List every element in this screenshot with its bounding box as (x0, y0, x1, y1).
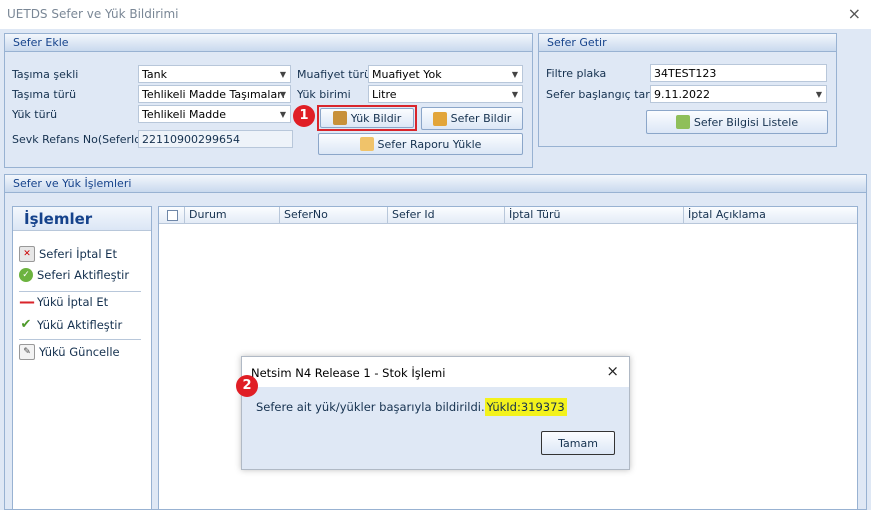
dialog-close-icon[interactable]: × (606, 362, 619, 380)
muafiyet-turu-select[interactable]: Muafiyet Yok ▼ (368, 65, 523, 83)
cancel-document-icon: ✕ (19, 246, 35, 262)
truck-icon (432, 111, 447, 126)
step-badge-1: 1 (293, 105, 315, 127)
chevron-down-icon: ▼ (511, 70, 518, 79)
yuk-id-highlight: YükId:319373 (484, 398, 567, 416)
seferi-iptal-et-label: Seferi İptal Et (39, 247, 117, 261)
chevron-down-icon: ▼ (511, 90, 518, 99)
listele-label: Sefer Bilgisi Listele (693, 115, 799, 129)
yuku-aktiflestir-item[interactable]: ✔ Yükü Aktifleştir (19, 317, 123, 333)
tasima-turu-label: Taşıma türü (12, 88, 77, 101)
sefer-getir-panel: Sefer Getir Filtre plaka 34TEST123 Sefer… (538, 33, 837, 147)
yuku-guncelle-item[interactable]: ✎ Yükü Güncelle (19, 344, 120, 360)
yuku-iptal-et-item[interactable]: — Yükü İptal Et (19, 292, 109, 311)
stok-islemi-dialog: Netsim N4 Release 1 - Stok İşlemi × Sefe… (241, 356, 630, 470)
col-durum[interactable]: Durum (185, 207, 280, 223)
step-badge-2: 2 (236, 375, 258, 397)
muafiyet-turu-label: Muafiyet türü (297, 68, 371, 81)
sefer-baslangic-date[interactable]: 9.11.2022 ▼ (650, 85, 827, 103)
yuk-birimi-select[interactable]: Litre ▼ (368, 85, 523, 103)
window-titlebar: UETDS Sefer ve Yük Bildirimi × (0, 0, 871, 29)
sefer-bildir-label: Sefer Bildir (450, 112, 512, 125)
islemler-sidebar: İşlemler ✕ Seferi İptal Et ✓ Seferi Akti… (12, 206, 152, 510)
islemler-main-header: Sefer ve Yük İşlemleri (5, 175, 866, 193)
yuk-birimi-value: Litre (372, 88, 397, 101)
grid-header: Durum SeferNo Sefer Id İptal Türü İptal … (159, 207, 857, 224)
yuku-aktiflestir-label: Yükü Aktifleştir (37, 318, 123, 332)
chevron-down-icon: ▼ (279, 90, 286, 99)
sefer-bildir-button[interactable]: Sefer Bildir (421, 107, 523, 130)
col-sefer-id[interactable]: Sefer Id (388, 207, 505, 223)
sevk-refans-field[interactable]: 22110900299654 (138, 130, 293, 148)
dialog-message-text: Sefere ait yük/yükler başarıyla bildiril… (256, 400, 485, 414)
yuku-guncelle-label: Yükü Güncelle (39, 345, 120, 359)
seferi-aktiflestir-label: Seferi Aktifleştir (37, 268, 130, 282)
seferi-iptal-et-item[interactable]: ✕ Seferi İptal Et (19, 246, 117, 262)
sefer-baslangic-value: 9.11.2022 (654, 88, 710, 101)
col-seferno[interactable]: SeferNo (280, 207, 388, 223)
document-icon (359, 137, 374, 151)
yuk-turu-value: Tehlikeli Madde (142, 108, 227, 121)
yuk-turu-label: Yük türü (12, 108, 58, 121)
seferi-aktiflestir-item[interactable]: ✓ Seferi Aktifleştir (19, 268, 129, 282)
dialog-titlebar: Netsim N4 Release 1 - Stok İşlemi × (242, 357, 629, 387)
dialog-message: Sefere ait yük/yükler başarıyla bildiril… (256, 398, 567, 416)
yuk-turu-select[interactable]: Tehlikeli Madde ▼ (138, 105, 291, 123)
window-close-icon[interactable]: × (848, 4, 861, 23)
divider (19, 291, 141, 292)
window-title: UETDS Sefer ve Yük Bildirimi (7, 7, 179, 21)
edit-document-icon: ✎ (19, 344, 35, 360)
sefer-raporu-yukle-label: Sefer Raporu Yükle (377, 137, 482, 151)
tamam-label: Tamam (558, 436, 598, 450)
tasima-sekli-select[interactable]: Tank ▼ (138, 65, 291, 83)
sefer-getir-header: Sefer Getir (539, 34, 836, 52)
tasima-turu-value: Tehlikeli Madde Taşımaları (142, 88, 285, 101)
filtre-plaka-input[interactable]: 34TEST123 (650, 64, 827, 82)
tasima-sekli-label: Taşıma şekli (12, 68, 79, 81)
divider (19, 339, 141, 340)
sefer-ekle-panel: Sefer Ekle Taşıma şekli Tank ▼ Taşıma tü… (4, 33, 533, 168)
minus-icon: — (19, 292, 35, 311)
checklist-icon (675, 115, 690, 129)
dialog-title: Netsim N4 Release 1 - Stok İşlemi (251, 366, 446, 380)
checkmark-icon: ✔ (20, 317, 32, 332)
sefer-bilgisi-listele-button[interactable]: Sefer Bilgisi Listele (646, 110, 828, 134)
check-circle-icon: ✓ (19, 268, 33, 282)
select-all-checkbox-col[interactable] (159, 207, 185, 223)
sefer-raporu-yukle-button[interactable]: Sefer Raporu Yükle (318, 133, 523, 155)
checkbox[interactable] (167, 210, 178, 221)
chevron-down-icon: ▼ (279, 70, 286, 79)
sefer-baslangic-label: Sefer başlangıç tarihi (546, 88, 663, 101)
sefer-ekle-header: Sefer Ekle (5, 34, 532, 52)
yuku-iptal-et-label: Yükü İptal Et (37, 295, 109, 309)
tasima-turu-select[interactable]: Tehlikeli Madde Taşımaları ▼ (138, 85, 291, 103)
filtre-plaka-label: Filtre plaka (546, 67, 607, 80)
muafiyet-turu-value: Muafiyet Yok (372, 68, 442, 81)
tamam-button[interactable]: Tamam (541, 431, 615, 455)
tasima-sekli-value: Tank (142, 68, 167, 81)
islemler-title: İşlemler (13, 207, 151, 231)
col-iptal-aciklama[interactable]: İptal Açıklama (684, 207, 857, 223)
sevk-refans-label: Sevk Refans No(SeferId) (12, 133, 146, 146)
chevron-down-icon: ▼ (279, 110, 286, 119)
chevron-down-icon: ▼ (815, 90, 822, 99)
col-iptal-turu[interactable]: İptal Türü (505, 207, 684, 223)
yuk-birimi-label: Yük birimi (297, 88, 351, 101)
yuk-bildir-highlight (317, 105, 417, 131)
